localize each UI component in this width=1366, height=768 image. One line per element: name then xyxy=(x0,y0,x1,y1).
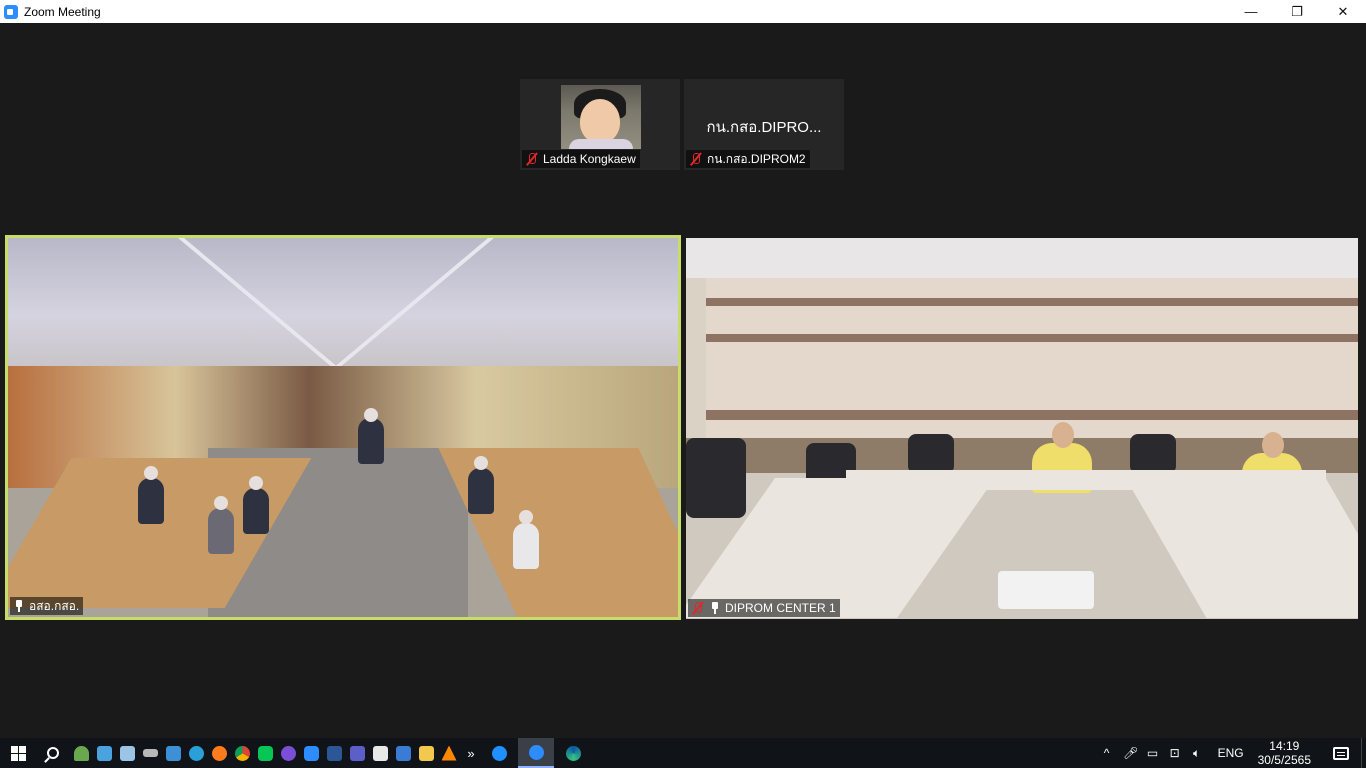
chrome-icon[interactable] xyxy=(231,738,253,768)
head-shape xyxy=(1052,422,1074,448)
clock-date: 30/5/2565 xyxy=(1257,753,1311,767)
head-shape xyxy=(519,510,533,524)
edge-icon[interactable] xyxy=(185,738,207,768)
pin-icon xyxy=(13,599,25,613)
chair-shape xyxy=(686,438,746,518)
edge-new-icon[interactable] xyxy=(555,738,591,768)
zoom-app-icon xyxy=(4,4,18,19)
room-ceiling xyxy=(8,238,678,368)
desktop-icon[interactable] xyxy=(93,738,115,768)
mic-muted-icon xyxy=(689,152,703,166)
language-indicator[interactable]: ENG xyxy=(1218,746,1244,760)
participant-display-name: กน.กสอ.DIPRO... xyxy=(706,119,822,136)
zoom-icon[interactable] xyxy=(300,738,322,768)
head-shape xyxy=(1262,432,1284,458)
head-shape xyxy=(144,466,158,480)
taskbar: » ^ 🎤︎ ▭ ⊡ 🔈︎ ENG 14:19 30/5/2565 xyxy=(0,738,1366,768)
chair-shape xyxy=(908,434,954,474)
participant-name-tag: อสอ.กสอ. xyxy=(10,597,84,615)
zoom-active-icon[interactable] xyxy=(518,738,554,768)
search-icon[interactable] xyxy=(36,738,70,768)
participant-name: DIPROM CENTER 1 xyxy=(725,601,836,615)
head-shape xyxy=(214,496,228,510)
windows-start-icon[interactable] xyxy=(0,738,36,768)
head-shape xyxy=(249,476,263,490)
firefox-icon[interactable] xyxy=(208,738,230,768)
wall-stripe xyxy=(706,410,1358,420)
drive-icon[interactable] xyxy=(139,738,161,768)
tray-expand-icon[interactable]: ^ xyxy=(1100,746,1114,760)
film-icon[interactable] xyxy=(369,738,391,768)
close-button[interactable]: ✕ xyxy=(1320,0,1366,23)
clock[interactable]: 14:19 30/5/2565 xyxy=(1258,739,1311,767)
ie-icon[interactable] xyxy=(481,738,517,768)
window-title: Zoom Meeting xyxy=(24,4,101,19)
wall-stripe xyxy=(706,334,1358,342)
microphone-icon[interactable]: 🎤︎ xyxy=(1123,746,1138,760)
network-tray-icon[interactable]: ⊡ xyxy=(1168,746,1182,760)
participant-name-tag: DIPROM CENTER 1 xyxy=(688,599,840,617)
title-bar: Zoom Meeting — ❐ ✕ xyxy=(0,0,1366,23)
person-shape xyxy=(358,418,384,464)
minimize-button[interactable]: — xyxy=(1228,0,1274,23)
face-shape xyxy=(580,99,620,143)
person-shape xyxy=(138,478,164,524)
teams-icon[interactable] xyxy=(346,738,368,768)
chair-shape xyxy=(1130,434,1176,474)
participant-name-tag: Ladda Kongkaew xyxy=(522,150,640,168)
user-icon[interactable] xyxy=(70,738,92,768)
clock-time: 14:19 xyxy=(1269,739,1300,753)
participant-name-tag: กน.กสอ.DIPROM2 xyxy=(686,150,810,168)
system-tray: ^ 🎤︎ ▭ ⊡ 🔈︎ ENG 14:19 30/5/2565 xyxy=(1100,738,1366,768)
restore-button[interactable]: ❐ xyxy=(1274,0,1320,23)
battery-icon[interactable]: ▭ xyxy=(1146,746,1160,760)
line-icon[interactable] xyxy=(254,738,276,768)
person-shape xyxy=(243,488,269,534)
video-tile-active-speaker[interactable]: อสอ.กสอ. xyxy=(5,235,681,620)
mic-muted-icon xyxy=(525,152,539,166)
participant-thumbnail[interactable]: กน.กสอ.DIPRO... กน.กสอ.DIPROM2 xyxy=(684,79,844,170)
meeting-area: Ladda Kongkaew กน.กสอ.DIPRO... กน.กสอ.DI… xyxy=(0,23,1366,738)
person-shape xyxy=(208,508,234,554)
head-shape xyxy=(474,456,488,470)
show-desktop-button[interactable] xyxy=(1361,738,1366,768)
notification-icon[interactable] xyxy=(1321,738,1361,768)
participant-thumbnail[interactable]: Ladda Kongkaew xyxy=(520,79,680,170)
participant-name: Ladda Kongkaew xyxy=(543,152,636,166)
wall-stripe xyxy=(706,298,1358,306)
circle-app-icon[interactable] xyxy=(277,738,299,768)
head-shape xyxy=(364,408,378,422)
person-shape xyxy=(513,523,539,569)
room-ceiling xyxy=(686,238,1358,278)
participant-video xyxy=(561,85,641,149)
file-explorer-icon[interactable] xyxy=(116,738,138,768)
ten-icon[interactable] xyxy=(392,738,414,768)
video-tile[interactable]: DIPROM CENTER 1 xyxy=(686,238,1358,619)
pin-icon xyxy=(709,601,721,615)
network-icon[interactable] xyxy=(162,738,184,768)
volume-icon[interactable]: 🔈︎ xyxy=(1190,746,1204,760)
folder-icon[interactable] xyxy=(415,738,437,768)
participant-name: อสอ.กสอ. xyxy=(29,598,80,613)
participant-name: กน.กสอ.DIPROM2 xyxy=(707,151,806,166)
shirt-shape xyxy=(569,139,633,149)
vlc-icon[interactable] xyxy=(438,738,460,768)
word-icon[interactable] xyxy=(323,738,345,768)
overflow-chevron-icon[interactable]: » xyxy=(461,746,481,761)
projector-shape xyxy=(998,571,1094,609)
mic-muted-icon xyxy=(691,601,705,615)
window-controls: — ❐ ✕ xyxy=(1228,0,1366,23)
person-shape xyxy=(468,468,494,514)
